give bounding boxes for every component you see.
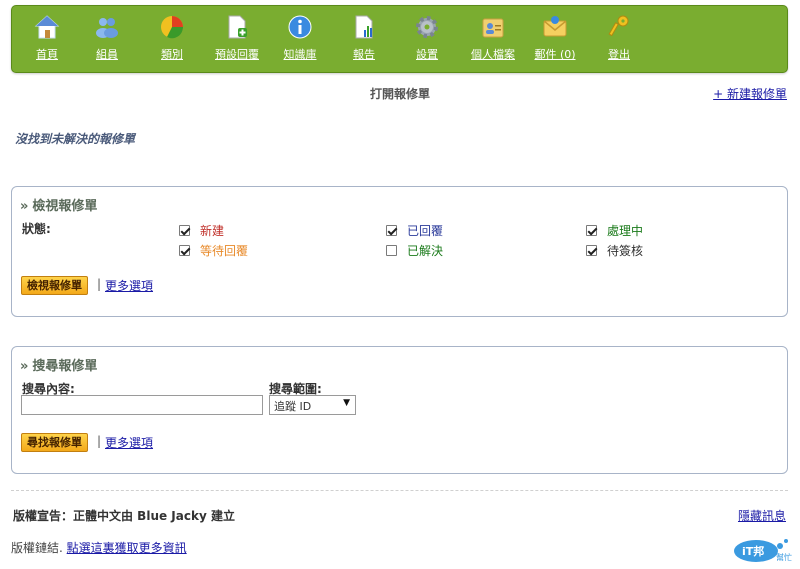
view-more-options-link[interactable]: 更多選項 xyxy=(105,277,153,294)
status-label-waiting-reply: 等待回覆 xyxy=(200,244,249,258)
nav-item-knowledgebase[interactable]: 知識庫 xyxy=(268,14,332,62)
gear-icon xyxy=(416,16,438,38)
status-label-in-progress: 處理中 xyxy=(607,224,644,238)
find-tickets-button[interactable]: 尋找報修單 xyxy=(21,433,88,452)
status-label-replied: 已回覆 xyxy=(407,224,444,238)
new-ticket-link[interactable]: + 新建報修單 xyxy=(713,85,787,102)
nav-label-home: 首頁 xyxy=(36,48,58,61)
users-icon xyxy=(96,18,118,38)
nav-label-mail: 郵件 (0) xyxy=(534,48,576,61)
copyright-link-prefix: 版權鏈結. xyxy=(11,541,63,555)
view-panel-heading: » 檢視報修單 xyxy=(20,195,97,214)
view-panel-title: 檢視報修單 xyxy=(32,199,98,214)
document-add-icon xyxy=(228,15,247,39)
home-icon xyxy=(34,15,60,39)
separator: | xyxy=(97,434,102,448)
search-more-options-link[interactable]: 更多選項 xyxy=(105,434,153,451)
key-icon xyxy=(608,15,629,37)
search-panel-heading: » 搜尋報修單 xyxy=(20,355,97,374)
status-checkbox-pending-approval[interactable]: 待簽核 xyxy=(586,242,643,259)
nav-item-mail[interactable]: 郵件 (0) xyxy=(523,14,587,62)
search-panel-title: 搜尋報修單 xyxy=(32,359,98,374)
nav-label-reports: 報告 xyxy=(353,48,375,61)
nav-item-profile[interactable]: 個人檔案 xyxy=(461,14,525,62)
hide-info-link[interactable]: 隱藏訊息 xyxy=(738,507,786,524)
nav-label-canned-replies: 預設回覆 xyxy=(215,48,259,61)
search-scope-value: 追蹤 ID xyxy=(274,400,312,413)
status-checkbox-in-progress[interactable]: 處理中 xyxy=(586,222,643,239)
checkbox[interactable] xyxy=(386,225,397,236)
status-label-resolved: 已解決 xyxy=(407,244,444,258)
svg-text:iT邦: iT邦 xyxy=(742,544,764,558)
ithelp-logo: iT邦 幫忙 xyxy=(734,539,792,562)
status-checkbox-new[interactable]: 新建 xyxy=(179,222,224,239)
nav-item-canned-replies[interactable]: 預設回覆 xyxy=(205,14,269,62)
status-label-pending-approval: 待簽核 xyxy=(607,244,644,258)
report-icon xyxy=(355,15,373,39)
checkbox[interactable] xyxy=(586,225,597,236)
copyright-link-row: 版權鏈結. 點選這裏獲取更多資訊 xyxy=(11,539,187,556)
search-tickets-panel: » 搜尋報修單 搜尋內容: 搜尋範圍: 追蹤 ID ▼ 尋找報修單 | 更多選項 xyxy=(11,346,788,474)
no-tickets-message: 沒找到未解決的報修單 xyxy=(15,132,136,146)
status-checkbox-resolved[interactable]: 已解決 xyxy=(386,242,443,259)
view-tickets-button[interactable]: 檢視報修單 xyxy=(21,276,88,295)
copyright-notice: 版權宣告：正體中文由 Blue Jacky 建立 xyxy=(13,509,235,523)
dropdown-arrow-icon: ▼ xyxy=(343,398,350,408)
checkbox[interactable] xyxy=(386,245,397,256)
nav-item-logout[interactable]: 登出 xyxy=(587,14,651,62)
double-chevron-icon: » xyxy=(20,199,29,214)
nav-item-home[interactable]: 首頁 xyxy=(15,14,79,62)
nav-label-categories: 類別 xyxy=(161,48,183,61)
checkbox[interactable] xyxy=(586,245,597,256)
more-info-link[interactable]: 點選這裏獲取更多資訊 xyxy=(67,541,187,555)
svg-text:幫忙: 幫忙 xyxy=(776,552,792,562)
pie-chart-icon xyxy=(161,16,184,39)
page-title: 打開報修單 xyxy=(369,87,430,101)
profile-icon xyxy=(482,18,504,38)
nav-item-reports[interactable]: 報告 xyxy=(332,14,396,62)
status-checkbox-replied[interactable]: 已回覆 xyxy=(386,222,443,239)
nav-item-members[interactable]: 組員 xyxy=(75,14,139,62)
nav-item-categories[interactable]: 類別 xyxy=(140,14,204,62)
nav-label-logout: 登出 xyxy=(608,48,630,61)
status-label-new: 新建 xyxy=(200,224,225,238)
info-icon xyxy=(288,15,312,39)
double-chevron-icon: » xyxy=(20,359,29,374)
checkbox[interactable] xyxy=(179,245,190,256)
footer-divider xyxy=(11,490,788,491)
mail-icon xyxy=(543,16,567,37)
nav-item-settings[interactable]: 設置 xyxy=(395,14,459,62)
search-scope-select[interactable]: 追蹤 ID ▼ xyxy=(269,395,356,415)
status-label: 狀態: xyxy=(22,222,51,236)
top-nav-bar: 首頁 組員 類別 預設回覆 知識庫 報告 設置 個人檔案 郵件 (0) 登出 xyxy=(11,5,788,73)
nav-label-knowledgebase: 知識庫 xyxy=(283,48,317,61)
status-checkbox-waiting-reply[interactable]: 等待回覆 xyxy=(179,242,248,259)
search-content-input[interactable] xyxy=(21,395,263,415)
checkbox[interactable] xyxy=(179,225,190,236)
view-tickets-panel: » 檢視報修單 狀態: 新建 已回覆 處理中 等待回覆 已解決 待簽核 檢視報修單… xyxy=(11,186,788,317)
nav-label-profile: 個人檔案 xyxy=(471,48,515,61)
nav-label-members: 組員 xyxy=(96,48,118,61)
nav-label-settings: 設置 xyxy=(416,48,438,61)
separator: | xyxy=(97,277,102,291)
